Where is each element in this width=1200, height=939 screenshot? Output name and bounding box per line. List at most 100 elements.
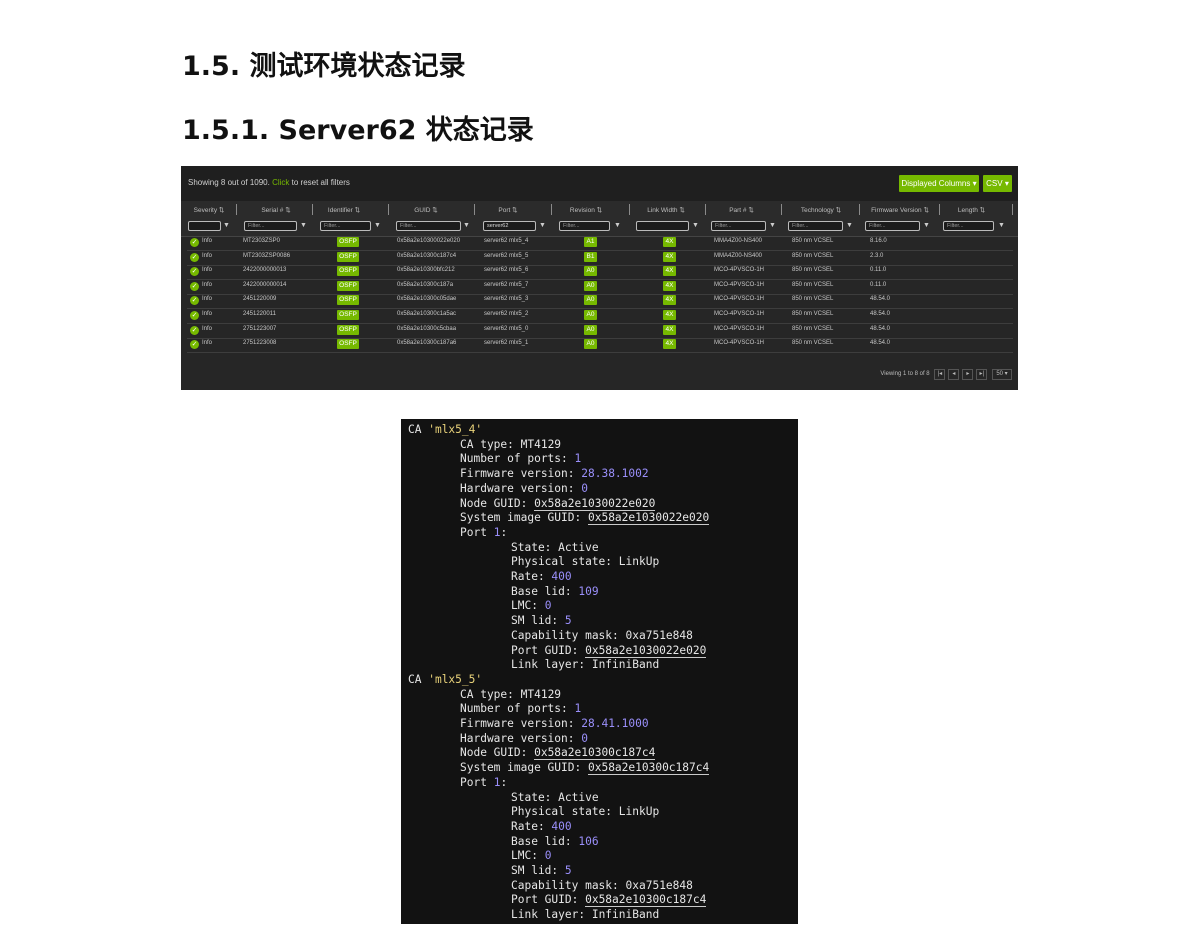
column-separator[interactable] xyxy=(388,204,389,215)
section-heading-1-5-1: 1.5.1. Server62 状态记录 xyxy=(182,115,534,146)
technology-filter-input[interactable]: Filter... xyxy=(788,221,843,231)
firmware-filter-input[interactable]: Filter... xyxy=(865,221,920,231)
column-separator[interactable] xyxy=(781,204,782,215)
table-row[interactable]: ✓ Info 2422000000013 OSFP 0x58a2e10300bfc212… xyxy=(187,265,1013,281)
severity-filter-input[interactable] xyxy=(188,221,221,231)
column-separator[interactable] xyxy=(551,204,552,215)
filter-icon[interactable]: ▼ xyxy=(614,222,621,229)
port-cell: server62 mlx5_6 xyxy=(484,267,529,274)
check-circle-icon: ✓ xyxy=(190,296,199,306)
column-header-identifier[interactable]: Identifier ⇅ xyxy=(319,206,369,214)
check-circle-icon: ✓ xyxy=(190,252,199,262)
prev-page-icon[interactable]: ◂ xyxy=(948,369,960,380)
table-row[interactable]: ✓ Info 2422000000014 OSFP 0x58a2e10300c187a s… xyxy=(187,280,1013,295)
name-value: 'mlx5_4' xyxy=(428,423,483,436)
filter-icon[interactable]: ▼ xyxy=(998,222,1005,229)
column-header-technology[interactable]: Technology ⇅ xyxy=(791,206,851,214)
column-separator[interactable] xyxy=(705,204,706,215)
page-size-select[interactable]: 50 ▾ xyxy=(992,369,1012,380)
length-filter-input[interactable]: Filter... xyxy=(943,221,994,231)
column-header-serial[interactable]: Serial # ⇅ xyxy=(251,206,301,214)
table-toolbar: Showing 8 out of 1090. Click to reset al… xyxy=(181,166,1018,201)
serial-filter-input[interactable]: Filter... xyxy=(244,221,297,231)
filter-icon[interactable]: ▼ xyxy=(923,222,930,229)
sm-lid-value: 5 xyxy=(564,614,572,628)
guid-cell: 0x58a2e10300c187c4 xyxy=(397,252,457,259)
technology-cell: 850 nm VCSEL xyxy=(792,325,834,332)
link-layer-value: InfiniBand xyxy=(591,908,660,922)
hw-value: 0 xyxy=(581,731,588,745)
column-separator[interactable] xyxy=(939,204,940,215)
severity-cell: Info xyxy=(202,311,213,317)
reset-filters-text: to reset all filters xyxy=(291,178,350,187)
column-header-guid[interactable]: GUID ⇅ xyxy=(401,206,451,214)
column-separator[interactable] xyxy=(1012,204,1013,215)
column-header-part-number[interactable]: Part # ⇅ xyxy=(714,206,769,214)
last-page-icon[interactable]: ▸| xyxy=(976,369,988,380)
filter-icon[interactable]: ▼ xyxy=(539,222,546,229)
guid-filter-input[interactable]: Filter... xyxy=(396,221,461,231)
rate-value: 400 xyxy=(551,570,572,583)
phys-value: LinkUp xyxy=(618,555,660,569)
identifier-badge: OSFP xyxy=(337,266,359,277)
ca-type-line: CA type: MT4129 xyxy=(460,437,562,451)
filter-icon[interactable]: ▼ xyxy=(223,222,230,229)
guid-cell: 0x58a2e10300c187a6 xyxy=(397,340,457,347)
link-width-filter-input[interactable] xyxy=(636,221,689,231)
pager-summary: Viewing 1 to 8 of 8 xyxy=(880,371,930,377)
firmware-cell: 48.54.0 xyxy=(870,325,891,332)
filter-icon[interactable]: ▼ xyxy=(846,222,853,229)
identifier-badge: OSFP xyxy=(337,251,359,262)
phys-value: LinkUp xyxy=(618,805,660,819)
lmc-line: LMC: 0 xyxy=(511,849,552,863)
column-separator[interactable] xyxy=(859,204,860,215)
column-header-port[interactable]: Port ⇅ xyxy=(483,206,533,214)
column-header-revision[interactable]: Revision ⇅ xyxy=(561,206,611,214)
table-row[interactable]: ✓ Info 2451220009 OSFP 0x58a2e10300c05dae ser… xyxy=(187,294,1013,310)
column-header-firmware-version[interactable]: Firmware Version ⇅ xyxy=(865,206,935,214)
column-header-severity[interactable]: Severity ⇅ xyxy=(189,206,229,214)
table-row[interactable]: ✓ Info 2751223008 OSFP 0x58a2e10300c187a6 ser… xyxy=(187,338,1013,354)
csv-export-button[interactable]: CSV ▾ xyxy=(983,175,1012,192)
column-separator[interactable] xyxy=(474,204,475,215)
identifier-badge: OSFP xyxy=(337,339,359,350)
node-guid-value: 0x58a2e10300c187c4 xyxy=(534,746,656,761)
table-row[interactable]: ✓ Info 2451220011 OSFP 0x58a2e10300c1a5ac ser… xyxy=(187,309,1013,324)
guid-cell: 0x58a2e10300bfc212 xyxy=(397,267,455,274)
serial-cell: 2422000000014 xyxy=(243,281,287,288)
revision-badge: A0 xyxy=(584,266,597,277)
filter-icon[interactable]: ▼ xyxy=(374,222,381,229)
column-separator[interactable] xyxy=(629,204,630,215)
port-filter-input[interactable]: server62 xyxy=(483,221,536,231)
firmware-version-line: Firmware version: 28.38.1002 xyxy=(460,467,649,481)
part-number-cell: MCO-4PVSCO-1H xyxy=(714,325,765,332)
port-line: Port 1: xyxy=(460,525,508,539)
filter-icon[interactable]: ▼ xyxy=(463,222,470,229)
displayed-columns-button[interactable]: Displayed Columns ▾ xyxy=(899,175,979,192)
guid-cell: 0x58a2e10300c05dae xyxy=(397,296,457,303)
table-row[interactable]: ✓ Info MT2303ZSP0 OSFP 0x58a2e10300022e020 se… xyxy=(187,236,1013,251)
showing-count: Showing 8 out of 1090. xyxy=(188,178,270,187)
number-of-ports-line: Number of ports: 1 xyxy=(460,702,582,716)
column-separator[interactable] xyxy=(236,204,237,215)
filter-icon[interactable]: ▼ xyxy=(300,222,307,229)
column-header-link-width[interactable]: Link Width ⇅ xyxy=(641,206,691,214)
column-separator[interactable] xyxy=(312,204,313,215)
next-page-icon[interactable]: ▸ xyxy=(962,369,974,380)
table-row[interactable]: ✓ Info 2751223007 OSFP 0x58a2e10300c5cbaa ser… xyxy=(187,324,1013,339)
revision-filter-input[interactable]: Filter... xyxy=(559,221,610,231)
sm-lid-line: SM lid: 5 xyxy=(511,614,572,628)
identifier-badge: OSFP xyxy=(337,237,359,247)
technology-cell: 850 nm VCSEL xyxy=(792,296,834,303)
column-header-length[interactable]: Length ⇅ xyxy=(949,206,994,214)
filter-icon[interactable]: ▼ xyxy=(769,222,776,229)
state-value: Active xyxy=(558,790,599,804)
part-filter-input[interactable]: Filter... xyxy=(711,221,766,231)
first-page-icon[interactable]: |◂ xyxy=(934,369,946,380)
reset-filters-link[interactable]: Click xyxy=(272,178,289,187)
table-row[interactable]: ✓ Info MT2303ZSP0086 OSFP 0x58a2e10300c187c4… xyxy=(187,251,1013,266)
filter-icon[interactable]: ▼ xyxy=(692,222,699,229)
base-lid-line: Base lid: 106 xyxy=(511,834,599,848)
identifier-filter-input[interactable]: Filter... xyxy=(320,221,371,231)
part-number-cell: MCO-4PVSCO-1H xyxy=(714,311,765,317)
